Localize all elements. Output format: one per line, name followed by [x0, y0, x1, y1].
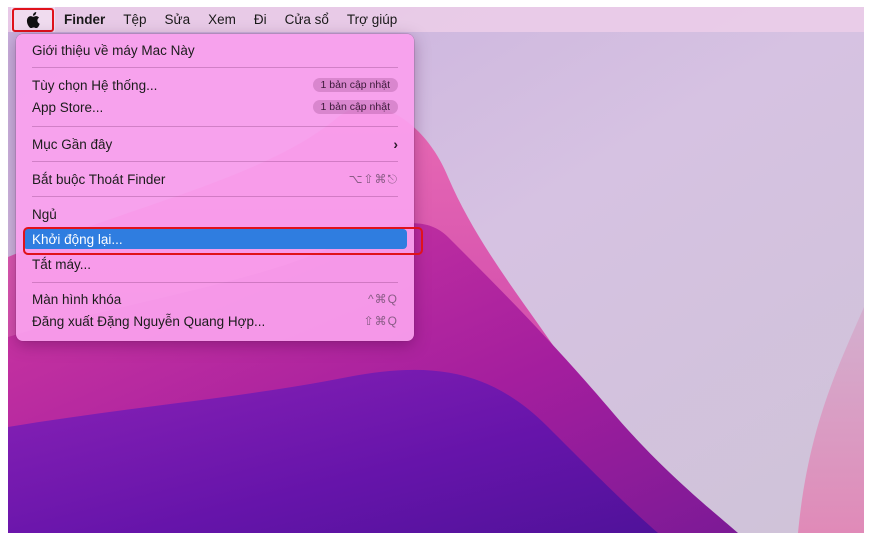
menu-item-lock-screen[interactable]: Màn hình khóa ^⌘Q [23, 289, 407, 309]
menu-item-label: App Store... [32, 99, 104, 115]
menubar-edit[interactable]: Sửa [156, 7, 200, 32]
menu-item-label: Mục Gần đây [32, 136, 113, 152]
update-badge: 1 bản cập nhật [312, 78, 398, 92]
menu-item-system-preferences[interactable]: Tùy chọn Hệ thống... 1 bản cập nhật [23, 75, 407, 95]
keyboard-shortcut: ⌥⇧⌘⎋ [348, 171, 398, 186]
keyboard-shortcut: ⇧⌘Q [363, 314, 398, 328]
apple-menu-highlight [12, 8, 54, 32]
keyboard-shortcut: ^⌘Q [368, 292, 398, 306]
apple-menu-button[interactable] [11, 7, 55, 32]
apple-dropdown-menu: Giới thiệu về máy Mac Này Tùy chọn Hệ th… [16, 34, 423, 341]
menu-item-about[interactable]: Giới thiệu về máy Mac Này [23, 40, 407, 60]
chevron-right-icon: › [393, 136, 398, 152]
restart-highlight [23, 227, 423, 255]
menu-item-app-store[interactable]: App Store... 1 bản cập nhật [23, 97, 407, 117]
menu-item-force-quit[interactable]: Bắt buộc Thoát Finder ⌥⇧⌘⎋ [23, 169, 407, 189]
update-badge: 1 bản cập nhật [312, 100, 398, 114]
menu-item-label: Giới thiệu về máy Mac Này [32, 42, 195, 58]
menu-separator [32, 126, 398, 127]
menu-item-sleep[interactable]: Ngủ [23, 204, 407, 224]
menu-item-label: Tắt máy... [32, 256, 92, 272]
menu-separator [32, 282, 398, 283]
menubar-file[interactable]: Tệp [114, 7, 155, 32]
menu-item-label: Đăng xuất Đặng Nguyễn Quang Hợp... [32, 313, 266, 329]
menubar-window[interactable]: Cửa sổ [276, 7, 338, 32]
desktop: Finder Tệp Sửa Xem Đi Cửa sổ Trợ giúp Gi… [8, 7, 864, 533]
menu-item-recent-items[interactable]: Mục Gần đây › [23, 134, 407, 154]
menu-item-label: Màn hình khóa [32, 291, 122, 307]
menubar-finder[interactable]: Finder [55, 7, 114, 32]
menu-item-label: Tùy chọn Hệ thống... [32, 77, 158, 93]
menubar-help[interactable]: Trợ giúp [338, 7, 406, 32]
menu-item-shutdown[interactable]: Tắt máy... [23, 254, 407, 274]
menu-item-label: Ngủ [32, 206, 57, 222]
menu-item-label: Bắt buộc Thoát Finder [32, 171, 166, 187]
menu-bar: Finder Tệp Sửa Xem Đi Cửa sổ Trợ giúp [8, 7, 864, 32]
menu-separator [32, 161, 398, 162]
menu-separator [32, 196, 398, 197]
menubar-view[interactable]: Xem [199, 7, 245, 32]
menu-item-logout[interactable]: Đăng xuất Đặng Nguyễn Quang Hợp... ⇧⌘Q [23, 311, 407, 331]
menubar-go[interactable]: Đi [245, 7, 276, 32]
menu-separator [32, 67, 398, 68]
